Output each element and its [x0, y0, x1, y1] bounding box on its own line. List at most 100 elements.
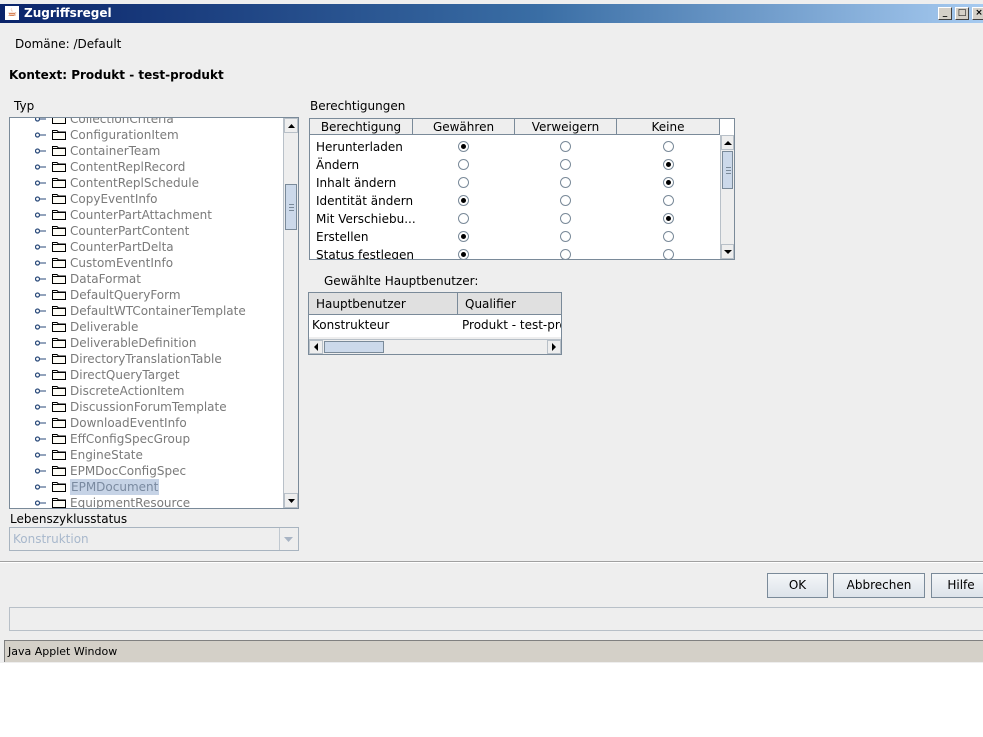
folder-icon: [52, 194, 66, 204]
radio-verweigern[interactable]: [560, 177, 571, 188]
radio-verweigern[interactable]: [560, 231, 571, 242]
title-bar[interactable]: ☕ Zugriffsregel _ □ ×: [0, 4, 983, 23]
tree-expand-handle-icon[interactable]: [35, 131, 46, 139]
tree-expand-handle-icon[interactable]: [35, 387, 46, 395]
tree-expand-handle-icon[interactable]: [35, 403, 46, 411]
tree-item-label: EquipmentResource: [70, 496, 191, 508]
tree-expand-handle-icon[interactable]: [35, 435, 46, 443]
scroll-left-button[interactable]: [309, 340, 323, 354]
radio-verweigern[interactable]: [560, 141, 571, 152]
principals-table[interactable]: Hauptbenutzer Qualifier Konstrukteur Pro…: [308, 292, 562, 355]
tree-item-label: DirectoryTranslationTable: [70, 352, 222, 366]
tree-scrollbar[interactable]: [283, 118, 298, 508]
close-button[interactable]: ×: [972, 7, 983, 20]
lifecycle-value: Konstruktion: [13, 532, 89, 546]
dropdown-arrow-button[interactable]: [279, 528, 298, 550]
radio-keine[interactable]: [663, 141, 674, 152]
maximize-button[interactable]: □: [955, 7, 969, 20]
type-tree[interactable]: CollectionCriteria ConfigurationItem Conta…: [9, 117, 299, 509]
tree-item-label: ContentReplRecord: [70, 160, 186, 174]
radio-gewaehren[interactable]: [458, 213, 469, 224]
tree-item-label: CounterPartDelta: [70, 240, 174, 254]
tree-item-label: EPMDocument: [70, 479, 160, 495]
radio-verweigern[interactable]: [560, 195, 571, 206]
permission-name: Erstellen: [316, 230, 369, 244]
radio-keine[interactable]: [663, 213, 674, 224]
radio-gewaehren[interactable]: [458, 177, 469, 188]
scroll-thumb[interactable]: [285, 184, 297, 230]
tree-list: CollectionCriteria ConfigurationItem Conta…: [10, 118, 283, 508]
lifecycle-dropdown[interactable]: Konstruktion: [9, 527, 299, 551]
tree-expand-handle-icon[interactable]: [35, 275, 46, 283]
chevron-down-icon: [284, 537, 293, 542]
col-header-qualifier[interactable]: Qualifier: [458, 293, 561, 315]
perm-scroll-down-button[interactable]: [721, 244, 734, 259]
radio-gewaehren[interactable]: [458, 195, 469, 206]
tree-expand-handle-icon[interactable]: [35, 227, 46, 235]
arrow-left-icon: [314, 343, 318, 351]
perm-scroll-up-button[interactable]: [721, 135, 734, 150]
tree-expand-handle-icon[interactable]: [35, 147, 46, 155]
radio-gewaehren[interactable]: [458, 249, 469, 259]
col-header-berechtigung[interactable]: Berechtigung: [310, 119, 413, 135]
perm-scroll-thumb[interactable]: [722, 151, 733, 189]
tree-expand-handle-icon[interactable]: [35, 483, 46, 491]
tree-expand-handle-icon[interactable]: [35, 195, 46, 203]
folder-icon: [52, 354, 66, 364]
radio-keine[interactable]: [663, 195, 674, 206]
permissions-scrollbar[interactable]: [720, 135, 734, 259]
folder-icon: [52, 450, 66, 460]
folder-icon: [52, 322, 66, 332]
permission-name: Status festlegen: [316, 248, 414, 259]
col-header-gewaehren[interactable]: Gewähren: [413, 119, 515, 135]
radio-gewaehren[interactable]: [458, 159, 469, 170]
tree-expand-handle-icon[interactable]: [35, 179, 46, 187]
tree-item-label: CopyEventInfo: [70, 192, 158, 206]
cancel-button[interactable]: Abbrechen: [833, 573, 925, 598]
tree-expand-handle-icon[interactable]: [35, 499, 46, 507]
col-header-hauptbenutzer[interactable]: Hauptbenutzer: [309, 293, 458, 315]
col-header-keine[interactable]: Keine: [617, 119, 720, 135]
tree-expand-handle-icon[interactable]: [35, 451, 46, 459]
message-area: [9, 607, 983, 631]
minimize-button[interactable]: _: [938, 7, 952, 20]
scroll-up-button[interactable]: [284, 118, 298, 133]
arrow-down-icon: [288, 499, 295, 503]
radio-verweigern[interactable]: [560, 213, 571, 224]
tree-expand-handle-icon[interactable]: [35, 307, 46, 315]
radio-keine[interactable]: [663, 159, 674, 170]
tree-expand-handle-icon[interactable]: [35, 339, 46, 347]
tree-item-label: CounterPartAttachment: [70, 208, 212, 222]
help-button[interactable]: Hilfe: [931, 573, 983, 598]
tree-expand-handle-icon[interactable]: [35, 419, 46, 427]
col-header-verweigern[interactable]: Verweigern: [515, 119, 617, 135]
permissions-table[interactable]: Berechtigung Gewähren Verweigern Keine H…: [309, 118, 735, 260]
folder-icon: [52, 130, 66, 140]
radio-keine[interactable]: [663, 249, 674, 259]
ok-button[interactable]: OK: [767, 573, 828, 598]
tree-expand-handle-icon[interactable]: [35, 467, 46, 475]
radio-verweigern[interactable]: [560, 249, 571, 259]
radio-keine[interactable]: [663, 177, 674, 188]
tree-expand-handle-icon[interactable]: [35, 291, 46, 299]
scroll-down-button[interactable]: [284, 493, 298, 508]
h-scroll-thumb[interactable]: [324, 341, 384, 353]
radio-gewaehren[interactable]: [458, 231, 469, 242]
radio-gewaehren[interactable]: [458, 141, 469, 152]
tree-expand-handle-icon[interactable]: [35, 211, 46, 219]
tree-expand-handle-icon[interactable]: [35, 243, 46, 251]
radio-verweigern[interactable]: [560, 159, 571, 170]
radio-keine[interactable]: [663, 231, 674, 242]
folder-icon: [52, 434, 66, 444]
tree-expand-handle-icon[interactable]: [35, 259, 46, 267]
principals-hscrollbar[interactable]: [309, 339, 561, 354]
tree-expand-handle-icon[interactable]: [35, 323, 46, 331]
tree-expand-handle-icon[interactable]: [35, 355, 46, 363]
tree-expand-handle-icon[interactable]: [35, 371, 46, 379]
permission-name: Inhalt ändern: [316, 176, 397, 190]
java-coffee-icon: ☕: [5, 6, 19, 20]
tree-expand-handle-icon[interactable]: [35, 118, 46, 123]
tree-expand-handle-icon[interactable]: [35, 163, 46, 171]
scroll-right-button[interactable]: [547, 340, 561, 354]
table-row[interactable]: Konstrukteur Produkt - test-prod: [309, 315, 561, 337]
